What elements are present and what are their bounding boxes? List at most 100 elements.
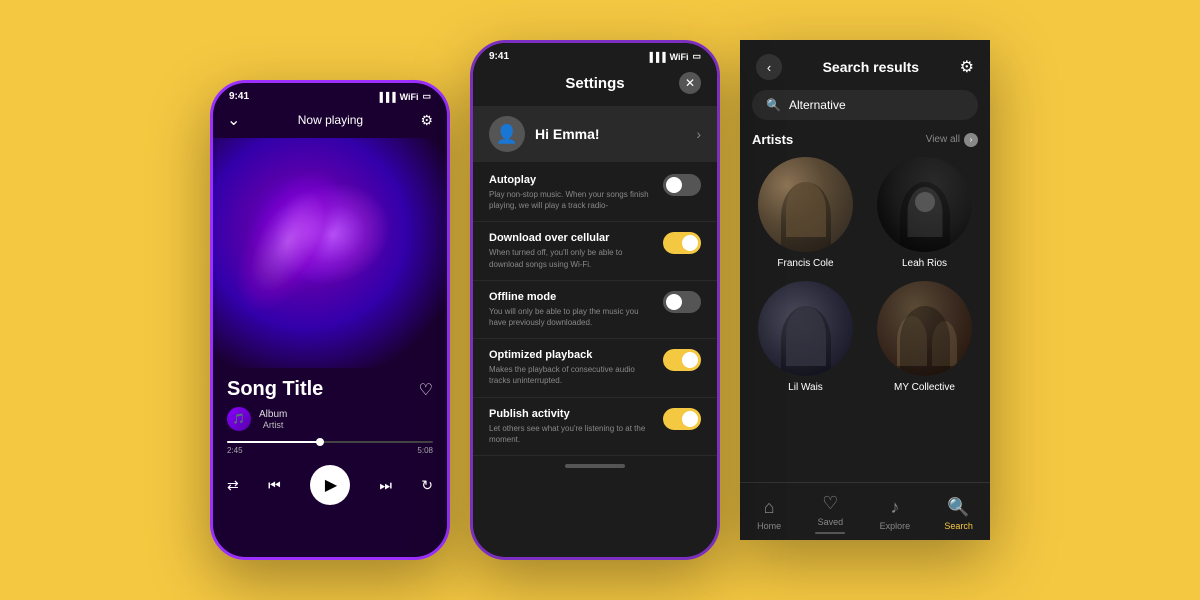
search-input-row: 🔍 Alternative <box>740 90 990 132</box>
settings-icon-3[interactable]: ⚙ <box>960 57 974 77</box>
search-label: Search <box>944 521 973 531</box>
status-icons-1: ▐▐▐ WiFi ▭ <box>376 91 431 102</box>
activity-desc: Let others see what you're listening to … <box>489 423 651 445</box>
toggle-playback[interactable] <box>663 349 701 371</box>
settings-icon-1[interactable]: ⚙ <box>420 112 433 129</box>
controls-row: ⇄ ⏮ ▶ ⏭ ↻ <box>213 461 447 515</box>
artist-row: 🎵 Album Artist <box>227 407 433 431</box>
cellular-title: Download over cellular <box>489 232 651 244</box>
search-input-box[interactable]: 🔍 Alternative <box>752 90 978 120</box>
explore-icon: ♪ <box>890 497 899 518</box>
play-button[interactable]: ▶ <box>310 465 350 505</box>
autoplay-desc: Play non-stop music. When your songs fin… <box>489 189 651 211</box>
toggle-thumb-playback <box>682 352 698 368</box>
status-bar-2: 9:41 ▐▐▐ WiFi ▭ <box>473 43 717 66</box>
search-nav-icon: 🔍 <box>947 497 969 518</box>
cellular-desc: When turned off, you'll only be able to … <box>489 247 651 269</box>
artist-card-4[interactable]: MY Collective <box>871 281 978 393</box>
album-name: Album <box>259 409 287 420</box>
settings-item-cellular: Download over cellular When turned off, … <box>473 222 717 280</box>
battery-icon-2: ▭ <box>692 51 701 62</box>
toggle-offline[interactable] <box>663 291 701 313</box>
close-button[interactable]: ✕ <box>679 72 701 94</box>
nav-home[interactable]: ⌂ Home <box>757 497 781 531</box>
song-title: Song Title <box>227 378 323 401</box>
settings-item-text-offline: Offline mode You will only be able to pl… <box>489 291 651 328</box>
artist-photo-4 <box>877 281 972 376</box>
heart-icon[interactable]: ♡ <box>419 380 433 400</box>
toggle-activity[interactable] <box>663 408 701 430</box>
nav-search[interactable]: 🔍 Search <box>944 497 973 531</box>
artists-grid: Francis Cole Leah Rios Lil Wais <box>752 157 978 393</box>
artist-info: Album Artist <box>259 409 287 430</box>
search-icon: 🔍 <box>766 98 781 112</box>
chevron-right-icon: › <box>696 126 701 142</box>
user-row[interactable]: 👤 Hi Emma! › <box>473 106 717 162</box>
artist-name-1: Francis Cole <box>777 258 833 269</box>
toggle-thumb-activity <box>682 411 698 427</box>
now-playing-label: Now playing <box>298 113 363 127</box>
user-avatar: 👤 <box>489 116 525 152</box>
explore-label: Explore <box>880 521 911 531</box>
offline-desc: You will only be able to play the music … <box>489 306 651 328</box>
nav-explore[interactable]: ♪ Explore <box>880 497 911 531</box>
album-art <box>213 138 447 368</box>
next-icon[interactable]: ⏭ <box>379 477 392 494</box>
time-total: 5:08 <box>417 446 433 455</box>
artist-name-3: Lil Wais <box>788 382 823 393</box>
time-row: 2:45 5:08 <box>227 446 433 455</box>
progress-fill <box>227 441 320 443</box>
wifi-icon: WiFi <box>400 92 419 102</box>
battery-icon: ▭ <box>422 91 431 102</box>
repeat-icon[interactable]: ↻ <box>421 477 433 494</box>
song-title-row: Song Title ♡ <box>227 378 433 401</box>
phone-nowplaying: 9:41 ▐▐▐ WiFi ▭ ⌄ Now playing ⚙ Song Tit… <box>210 80 450 560</box>
signal-icon: ▐▐▐ <box>376 92 395 102</box>
user-left: 👤 Hi Emma! <box>489 116 600 152</box>
artist-photo-2 <box>877 157 972 252</box>
artist-card-1[interactable]: Francis Cole <box>752 157 859 269</box>
search-header: ‹ Search results ⚙ <box>740 40 990 90</box>
progress-area[interactable]: 2:45 5:08 <box>213 435 447 461</box>
saved-label: Saved <box>818 517 844 527</box>
phone-settings: 9:41 ▐▐▐ WiFi ▭ Settings ✕ 👤 Hi Emma! › … <box>470 40 720 560</box>
settings-item-text-cellular: Download over cellular When turned off, … <box>489 232 651 269</box>
status-icons-2: ▐▐▐ WiFi ▭ <box>646 51 701 62</box>
artists-header: Artists View all › <box>752 132 978 147</box>
nav-underline-saved <box>815 532 845 534</box>
toggle-thumb-autoplay <box>666 177 682 193</box>
home-label: Home <box>757 521 781 531</box>
chevron-down-icon[interactable]: ⌄ <box>227 110 240 130</box>
artist-card-2[interactable]: Leah Rios <box>871 157 978 269</box>
progress-track[interactable] <box>227 441 433 443</box>
artists-section: Artists View all › Francis Cole <box>740 132 990 393</box>
settings-item-offline: Offline mode You will only be able to pl… <box>473 281 717 339</box>
view-all-button[interactable]: View all › <box>926 133 978 147</box>
artist-card-3[interactable]: Lil Wais <box>752 281 859 393</box>
view-all-label: View all <box>926 134 960 145</box>
activity-title: Publish activity <box>489 408 651 420</box>
time-elapsed: 2:45 <box>227 446 243 455</box>
status-time-2: 9:41 <box>489 51 509 62</box>
prev-icon[interactable]: ⏮ <box>268 477 281 494</box>
artists-label: Artists <box>752 132 793 147</box>
offline-title: Offline mode <box>489 291 651 303</box>
artist-photo-3 <box>758 281 853 376</box>
toggle-cellular[interactable] <box>663 232 701 254</box>
shuffle-icon[interactable]: ⇄ <box>227 477 239 494</box>
search-results-title: Search results <box>782 59 960 75</box>
toggle-thumb-offline <box>666 294 682 310</box>
artist-name-2: Leah Rios <box>902 258 947 269</box>
settings-item-text-autoplay: Autoplay Play non-stop music. When your … <box>489 174 651 211</box>
artist-photo-1 <box>758 157 853 252</box>
play-icon: ▶ <box>325 475 337 495</box>
saved-icon: ♡ <box>822 493 838 514</box>
settings-item-playback: Optimized playback Makes the playback of… <box>473 339 717 397</box>
back-button[interactable]: ‹ <box>756 54 782 80</box>
nav-saved[interactable]: ♡ Saved <box>815 493 845 534</box>
signal-icon-2: ▐▐▐ <box>646 52 665 62</box>
toggle-thumb-cellular <box>682 235 698 251</box>
toggle-autoplay[interactable] <box>663 174 701 196</box>
progress-thumb <box>316 438 324 446</box>
playback-desc: Makes the playback of consecutive audio … <box>489 364 651 386</box>
